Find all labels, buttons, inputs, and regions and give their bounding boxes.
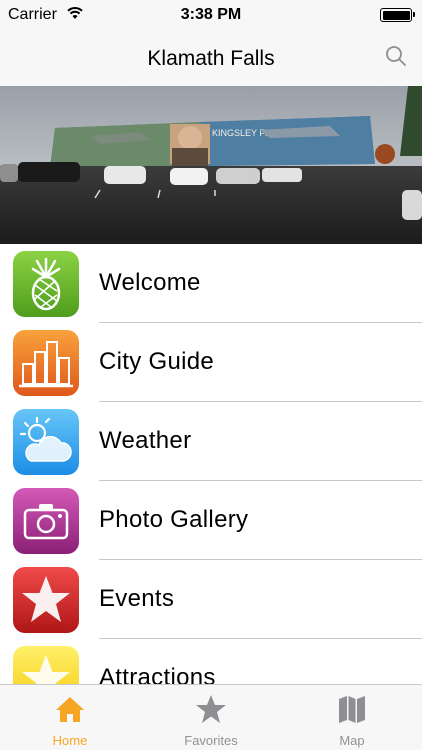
home-icon — [56, 697, 84, 722]
list-item-label: Attractions — [99, 664, 216, 684]
star-icon — [13, 567, 79, 633]
tab-home[interactable]: Home — [0, 685, 140, 750]
weather-cloud-sun-icon — [13, 409, 79, 475]
status-time: 3:38 PM — [180, 6, 242, 23]
header-photo: KINGSLEY FIELD — [0, 86, 422, 244]
star-icon — [13, 646, 79, 684]
list-item-welcome[interactable]: Welcome — [0, 244, 422, 323]
tab-label: Favorites — [184, 733, 238, 748]
list-item-city-guide[interactable]: City Guide — [0, 323, 422, 402]
status-bar: Carrier 3:38 PM — [0, 0, 422, 30]
pinecone-icon — [13, 251, 79, 317]
page-title: Klamath Falls — [147, 47, 275, 70]
tab-bar: Home Favorites Map — [0, 684, 422, 750]
tab-favorites[interactable]: Favorites — [141, 685, 281, 750]
city-buildings-icon — [13, 330, 79, 396]
list-item-label: Weather — [99, 427, 192, 454]
list-item-events[interactable]: Events — [0, 560, 422, 639]
list-item-label: Photo Gallery — [99, 506, 249, 533]
battery-icon — [380, 8, 415, 22]
map-icon — [339, 696, 365, 723]
star-icon — [196, 695, 226, 723]
list-item-label: Events — [99, 585, 175, 612]
tab-map[interactable]: Map — [282, 685, 422, 750]
list-item-weather[interactable]: Weather — [0, 402, 422, 481]
tab-label: Map — [339, 733, 365, 748]
search-icon[interactable] — [384, 44, 408, 68]
menu-list: Welcome City Guide Weather Photo Gallery… — [0, 244, 422, 684]
camera-icon — [13, 488, 79, 554]
list-item-photo-gallery[interactable]: Photo Gallery — [0, 481, 422, 560]
navigation-bar: Klamath Falls — [0, 30, 422, 86]
tab-label: Home — [52, 733, 88, 748]
list-item-label: City Guide — [99, 348, 215, 375]
list-item-label: Welcome — [99, 269, 201, 296]
list-item-attractions[interactable]: Attractions — [0, 639, 422, 684]
